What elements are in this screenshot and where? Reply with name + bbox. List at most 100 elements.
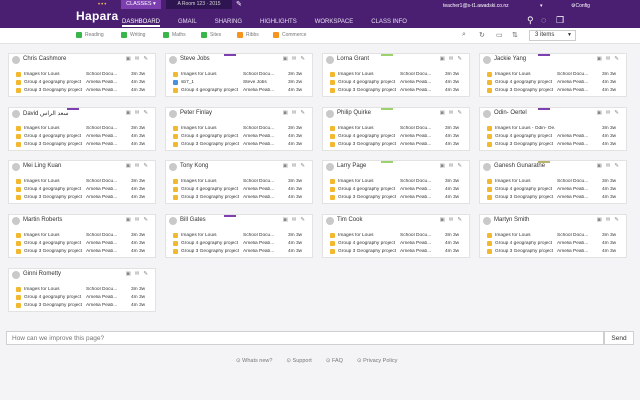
file-row[interactable]: Group 3 Geography project Amelia Peab... 4… — [323, 87, 469, 95]
file-row[interactable]: Group 4 geography project Amelia Peab... 4… — [9, 186, 155, 194]
camera-icon[interactable]: ▣ — [597, 217, 606, 223]
file-row[interactable]: Group 4 geography project Amelia Peab... 4… — [480, 240, 626, 248]
student-name[interactable]: Tony Kong — [180, 163, 208, 169]
camera-icon[interactable]: ▣ — [126, 163, 135, 169]
camera-icon[interactable]: ▣ — [126, 110, 135, 116]
file-row[interactable]: Images for Louis - Odin- Oe... 3m 3w — [480, 125, 626, 133]
file-title[interactable]: Group 3 Geography project — [24, 249, 84, 254]
file-title[interactable]: Group 3 Geography project — [338, 195, 398, 200]
file-row[interactable]: Group 4 geography project Amelia Peab... 4… — [9, 133, 155, 141]
folder-view-icon[interactable]: ▭ — [496, 31, 503, 39]
camera-icon[interactable]: ▣ — [440, 163, 449, 169]
edit-icon[interactable]: ✎ — [300, 110, 309, 116]
edit-icon[interactable]: ✎ — [143, 56, 152, 62]
student-name[interactable]: Ginni Rometty — [23, 271, 61, 277]
file-row[interactable]: Images for Louis School Docu... 3m 3w — [323, 178, 469, 186]
student-card[interactable]: Mei Ling Kuan ▣✉✎ Images for Louis School D… — [8, 160, 156, 204]
nav-sharing[interactable]: SHARING — [215, 17, 242, 27]
edit-icon[interactable]: ✎ — [614, 56, 623, 62]
file-title[interactable]: Group 4 geography project — [338, 80, 398, 85]
camera-icon[interactable]: ▣ — [126, 217, 135, 223]
file-title[interactable]: Images for Louis — [181, 72, 241, 77]
file-title[interactable]: Images for Louis — [338, 179, 398, 184]
file-row[interactable]: Group 3 Geography project Amelia Peab... 4… — [9, 141, 155, 149]
filter-maths[interactable]: Maths — [163, 32, 186, 38]
file-row[interactable]: Group 3 Geography project Amelia Peab... 4… — [480, 141, 626, 149]
file-title[interactable]: Group 4 geography project — [24, 295, 84, 300]
user-email[interactable]: teacher1@s-t1.awadski.co.nz — [443, 3, 509, 9]
search-icon[interactable]: ⌕ — [462, 31, 466, 39]
student-name[interactable]: Tim Cook — [337, 217, 362, 223]
refresh-icon[interactable]: ↻ — [479, 31, 485, 39]
camera-icon[interactable]: ▣ — [440, 110, 449, 116]
file-title[interactable]: Images for Louis — [24, 72, 84, 77]
file-title[interactable]: Group 3 Geography project — [338, 88, 398, 93]
file-row[interactable]: Group 4 geography project Amelia Peab... 4… — [480, 79, 626, 87]
file-title[interactable]: Group 4 geography project — [338, 187, 398, 192]
file-row[interactable]: Group 3 Geography project Amelia Peab... 4… — [9, 194, 155, 202]
student-card[interactable]: Ganesh Gunaratne ▣✉✎ Images for Louis Schoo… — [479, 160, 627, 204]
filter-ribbs[interactable]: Ribbs — [237, 32, 259, 38]
edit-icon[interactable]: ✎ — [300, 163, 309, 169]
file-row[interactable]: sb7_1 Steve Jobs 3m 2w — [166, 79, 312, 87]
file-title[interactable]: Group 4 geography project — [338, 134, 398, 139]
footer-faq[interactable]: ⊙ FAQ — [326, 358, 343, 364]
file-row[interactable]: Group 4 geography project Amelia Peab... 4… — [9, 240, 155, 248]
file-row[interactable]: Images for Louis School Docu... 3m 3w — [166, 125, 312, 133]
file-title[interactable]: Group 4 geography project — [24, 134, 84, 139]
edit-icon[interactable]: ✎ — [457, 110, 466, 116]
file-title[interactable]: Group 4 geography project — [24, 241, 84, 246]
file-row[interactable]: Group 4 geography project Amelia Peab... 4… — [166, 186, 312, 194]
file-row[interactable]: Group 3 Geography project Amelia Peab... 4… — [166, 141, 312, 149]
send-button[interactable]: Send — [604, 331, 634, 345]
camera-icon[interactable]: ▣ — [440, 56, 449, 62]
student-card[interactable]: Steve Jobs ▣✉✎ Images for Louis School Docu… — [165, 53, 313, 97]
user-menu-caret-icon[interactable]: ▾ — [540, 3, 543, 9]
file-title[interactable]: Group 3 Geography project — [338, 142, 398, 147]
filter-writing[interactable]: Writing — [121, 32, 145, 38]
items-count-select[interactable]: 3 items ▼ — [529, 30, 576, 41]
edit-icon[interactable]: ✎ — [614, 217, 623, 223]
camera-icon[interactable]: ▣ — [283, 110, 292, 116]
student-name[interactable]: Jackie Yang — [494, 56, 526, 62]
file-title[interactable]: Group 3 Geography project — [24, 303, 84, 308]
student-card[interactable]: Martyn Smith ▣✉✎ Images for Louis School Do… — [479, 214, 627, 258]
file-row[interactable]: Group 3 Geography project Amelia Peab... 4… — [480, 87, 626, 95]
filter-sites[interactable]: Sites — [201, 32, 221, 38]
nav-dashboard[interactable]: DASHBOARD — [122, 17, 161, 27]
student-name[interactable]: Bill Gates — [180, 217, 206, 223]
file-title[interactable]: Images for Louis - Odin- Oe... — [495, 126, 555, 131]
current-class[interactable]: A Room 123 · 2015 — [166, 0, 232, 9]
file-title[interactable]: Images for Louis — [24, 179, 84, 184]
edit-icon[interactable]: ✎ — [300, 217, 309, 223]
file-row[interactable]: Group 3 Geography project Amelia Peab... 4… — [9, 248, 155, 256]
file-title[interactable]: Group 3 Geography project — [181, 249, 241, 254]
file-row[interactable]: Group 3 Geography project Amelia Peab... 4… — [166, 248, 312, 256]
student-name[interactable]: Chris Cashmore — [23, 56, 66, 62]
file-row[interactable]: Group 4 geography project Amelia Peab... 4… — [480, 186, 626, 194]
edit-icon[interactable]: ✎ — [457, 56, 466, 62]
file-row[interactable]: Images for Louis School Docu... 3m 3w — [323, 71, 469, 79]
student-name[interactable]: Larry Page — [337, 163, 366, 169]
file-row[interactable]: Group 3 Geography project Amelia Peab... 4… — [9, 302, 155, 310]
file-title[interactable]: Group 4 geography project — [181, 241, 241, 246]
student-card[interactable]: Odin- Oertel ▣✉✎ Images for Louis - Odin- … — [479, 107, 627, 151]
file-title[interactable]: Images for Louis — [24, 233, 84, 238]
classes-button[interactable]: CLASSES ▾ — [121, 0, 161, 9]
file-title[interactable]: Images for Louis — [495, 179, 555, 184]
file-row[interactable]: Group 4 geography project Amelia Peab... 4… — [323, 79, 469, 87]
file-row[interactable]: Group 3 Geography project Amelia Peab... 4… — [323, 141, 469, 149]
student-card[interactable]: Philip Quirke ▣✉✎ Images for Louis School D… — [322, 107, 470, 151]
student-card[interactable]: Martin Roberts ▣✉✎ Images for Louis School … — [8, 214, 156, 258]
file-title[interactable]: Images for Louis — [24, 287, 84, 292]
file-row[interactable]: Group 3 Geography project Amelia Peab... 4… — [166, 194, 312, 202]
file-title[interactable]: Images for Louis — [495, 72, 555, 77]
edit-icon[interactable]: ✎ — [614, 110, 623, 116]
file-title[interactable]: Images for Louis — [181, 233, 241, 238]
file-row[interactable]: Group 4 geography project Amelia Peab... 4… — [323, 133, 469, 141]
file-title[interactable]: Images for Louis — [24, 126, 84, 131]
file-row[interactable]: Images for Louis School Docu... 3m 3w — [480, 232, 626, 240]
file-title[interactable]: Group 3 Geography project — [338, 249, 398, 254]
nav-gmail[interactable]: GMAIL — [178, 17, 197, 27]
file-row[interactable]: Images for Louis School Docu... 3m 3w — [480, 178, 626, 186]
